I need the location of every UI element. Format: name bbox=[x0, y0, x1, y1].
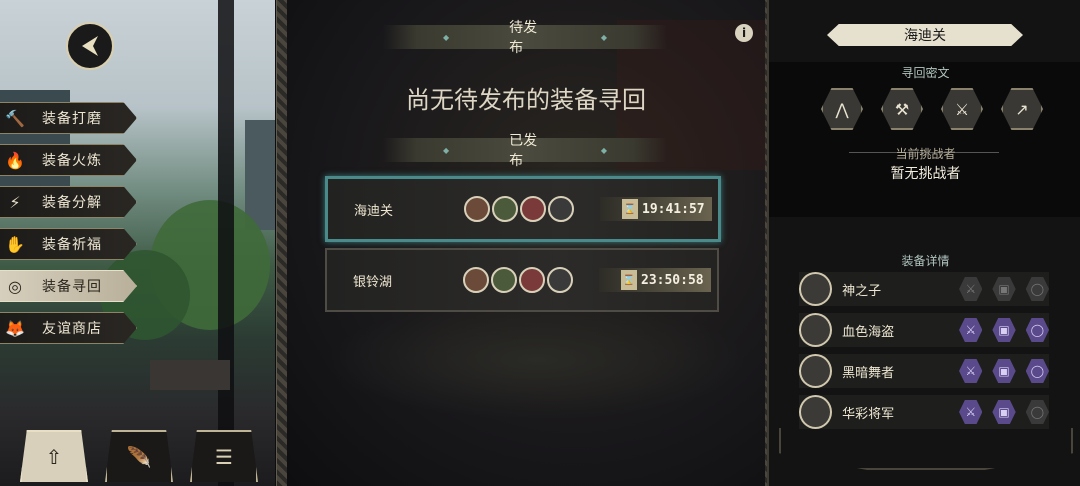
cipher-row: ⋀ ⚒ ⚔ ↗ bbox=[821, 88, 1043, 130]
sword-icon: ⚔ bbox=[959, 359, 983, 383]
cipher-rune-icon: ⚒ bbox=[881, 88, 923, 130]
ring-icon: ◯ bbox=[1025, 400, 1050, 424]
menu-item[interactable]: ◎ 装备寻回 bbox=[0, 270, 137, 302]
background-building bbox=[245, 120, 275, 230]
list-icon: ☰ bbox=[215, 445, 233, 469]
sword-icon: ⚔ bbox=[959, 400, 983, 424]
diamond-icon: ◆ bbox=[443, 145, 450, 155]
decompose-icon: ⚡ bbox=[9, 192, 21, 212]
timer: ⌛ 23:50:58 bbox=[599, 268, 711, 292]
ring-icon: ◯ bbox=[1025, 318, 1050, 342]
back-arrow-icon bbox=[82, 36, 98, 56]
cipher-label: 寻回密文 bbox=[901, 66, 950, 80]
bounty-name: 银铃湖 bbox=[353, 274, 393, 290]
equipment-name: 华彩将军 bbox=[842, 406, 895, 422]
bounty-detail-panel: 海迪关 寻回密文 ⋀ ⚒ ⚔ ↗ 当前挑战者 暂无挑战者 装备详情 神之子 ⚔ ▣ ◯ 血色… bbox=[767, 0, 1080, 486]
menu-item-label: 装备打磨 bbox=[42, 111, 102, 127]
bounty-name: 海迪关 bbox=[354, 203, 394, 219]
bounty-card[interactable]: 银铃湖 ⌛ 23:50:58 bbox=[325, 248, 719, 312]
tab-button[interactable]: 🪶 bbox=[105, 430, 173, 482]
pending-empty-text: 尚无待发布的装备寻回 bbox=[406, 86, 646, 114]
diamond-icon: ◆ bbox=[600, 145, 607, 155]
tab-button[interactable]: ☰ bbox=[190, 430, 258, 482]
ring-icon: ◯ bbox=[1025, 359, 1050, 383]
cipher-rune-icon: ↗ bbox=[1001, 88, 1043, 130]
equipment-row[interactable]: 黑暗舞者 ⚔ ▣ ◯ bbox=[799, 354, 1050, 388]
diamond-icon: ◆ bbox=[443, 32, 450, 42]
armor-icon: ▣ bbox=[992, 359, 1016, 383]
menu-item[interactable]: 🦊 友谊商店 bbox=[0, 312, 137, 344]
equipment-row[interactable]: 神之子 ⚔ ▣ ◯ bbox=[799, 272, 1050, 306]
timer-value: 23:50:58 bbox=[641, 272, 704, 288]
cipher-section: 寻回密文 ⋀ ⚒ ⚔ ↗ 当前挑战者 暂无挑战者 bbox=[769, 62, 1080, 217]
equipment-row[interactable]: 华彩将军 ⚔ ▣ ◯ bbox=[799, 395, 1050, 429]
armor-icon: ▣ bbox=[992, 277, 1016, 301]
detail-title: 海迪关 bbox=[827, 24, 1023, 46]
enemy-avatar bbox=[463, 267, 489, 293]
menu-item-label: 装备分解 bbox=[42, 195, 102, 211]
panel-frame bbox=[779, 428, 1073, 470]
details-label: 装备详情 bbox=[901, 254, 950, 268]
published-header-label: 已发布 bbox=[509, 133, 538, 169]
enemy-avatar bbox=[520, 196, 546, 222]
menu-item[interactable]: 🔥 装备火炼 bbox=[0, 144, 137, 176]
cipher-rune-icon: ⋀ bbox=[821, 88, 863, 130]
menu-item-label: 装备祈福 bbox=[42, 237, 102, 253]
enemy-avatar bbox=[548, 196, 574, 222]
timer-value: 19:41:57 bbox=[642, 201, 705, 217]
flame-icon: 🔥 bbox=[5, 150, 25, 170]
menu-item-label: 装备火炼 bbox=[42, 153, 102, 169]
hero-portrait bbox=[799, 313, 833, 347]
armor-icon: ▣ bbox=[992, 318, 1016, 342]
ring-icon: ◯ bbox=[1025, 277, 1050, 301]
hourglass-icon: ⌛ bbox=[621, 270, 637, 290]
bounty-board: ◆ 待发布 ◆ i 尚无待发布的装备寻回 ◆ 已发布 ◆ 海迪关 ⌛ 19:41… bbox=[287, 0, 765, 486]
sword-icon: ⚔ bbox=[959, 318, 983, 342]
enemy-avatar bbox=[492, 196, 518, 222]
upload-icon: ⇧ bbox=[45, 445, 63, 469]
pending-header: ◆ 待发布 ◆ bbox=[383, 20, 667, 56]
feather-icon: 🪶 bbox=[126, 445, 152, 469]
challenger-value: 暂无挑战者 bbox=[890, 166, 961, 182]
equipment-name: 黑暗舞者 bbox=[842, 365, 895, 381]
armor-icon: ▣ bbox=[992, 400, 1016, 424]
cipher-rune-icon: ⚔ bbox=[941, 88, 983, 130]
background-crowd bbox=[327, 300, 747, 420]
menu-item-label: 装备寻回 bbox=[42, 279, 102, 295]
info-icon: i bbox=[741, 26, 747, 40]
published-header: ◆ 已发布 ◆ bbox=[383, 133, 667, 169]
menu-item[interactable]: 🔨 装备打磨 bbox=[0, 102, 137, 134]
equipment-row[interactable]: 血色海盗 ⚔ ▣ ◯ bbox=[799, 313, 1050, 347]
target-icon: ◎ bbox=[8, 276, 22, 296]
timer: ⌛ 19:41:57 bbox=[600, 197, 712, 221]
challenger-label: 当前挑战者 bbox=[895, 147, 956, 161]
menu-item-label: 友谊商店 bbox=[42, 321, 102, 337]
hero-portrait bbox=[799, 354, 833, 388]
diamond-icon: ◆ bbox=[600, 32, 607, 42]
tab-button[interactable]: ⇧ bbox=[20, 430, 88, 482]
hammer-icon: 🔨 bbox=[5, 108, 25, 128]
enemy-avatars bbox=[464, 196, 576, 222]
hero-portrait bbox=[799, 395, 833, 429]
enemy-avatar bbox=[547, 267, 573, 293]
enemy-avatars bbox=[463, 267, 575, 293]
back-button[interactable] bbox=[66, 22, 114, 70]
menu-item[interactable]: ⚡ 装备分解 bbox=[0, 186, 137, 218]
sword-icon: ⚔ bbox=[959, 277, 983, 301]
background-box bbox=[150, 360, 230, 390]
hero-portrait bbox=[799, 272, 833, 306]
hand-icon: ✋ bbox=[5, 234, 25, 254]
pending-header-label: 待发布 bbox=[509, 20, 538, 56]
enemy-avatar bbox=[464, 196, 490, 222]
bounty-card[interactable]: 海迪关 ⌛ 19:41:57 bbox=[325, 176, 721, 242]
equipment-name: 血色海盗 bbox=[842, 324, 895, 340]
info-button[interactable]: i bbox=[735, 24, 753, 42]
enemy-avatar bbox=[519, 267, 545, 293]
hourglass-icon: ⌛ bbox=[622, 199, 638, 219]
equipment-name: 神之子 bbox=[842, 283, 882, 299]
background-pole bbox=[218, 0, 234, 486]
enemy-avatar bbox=[491, 267, 517, 293]
menu-item[interactable]: ✋ 装备祈福 bbox=[0, 228, 137, 260]
fox-icon: 🦊 bbox=[5, 318, 25, 338]
